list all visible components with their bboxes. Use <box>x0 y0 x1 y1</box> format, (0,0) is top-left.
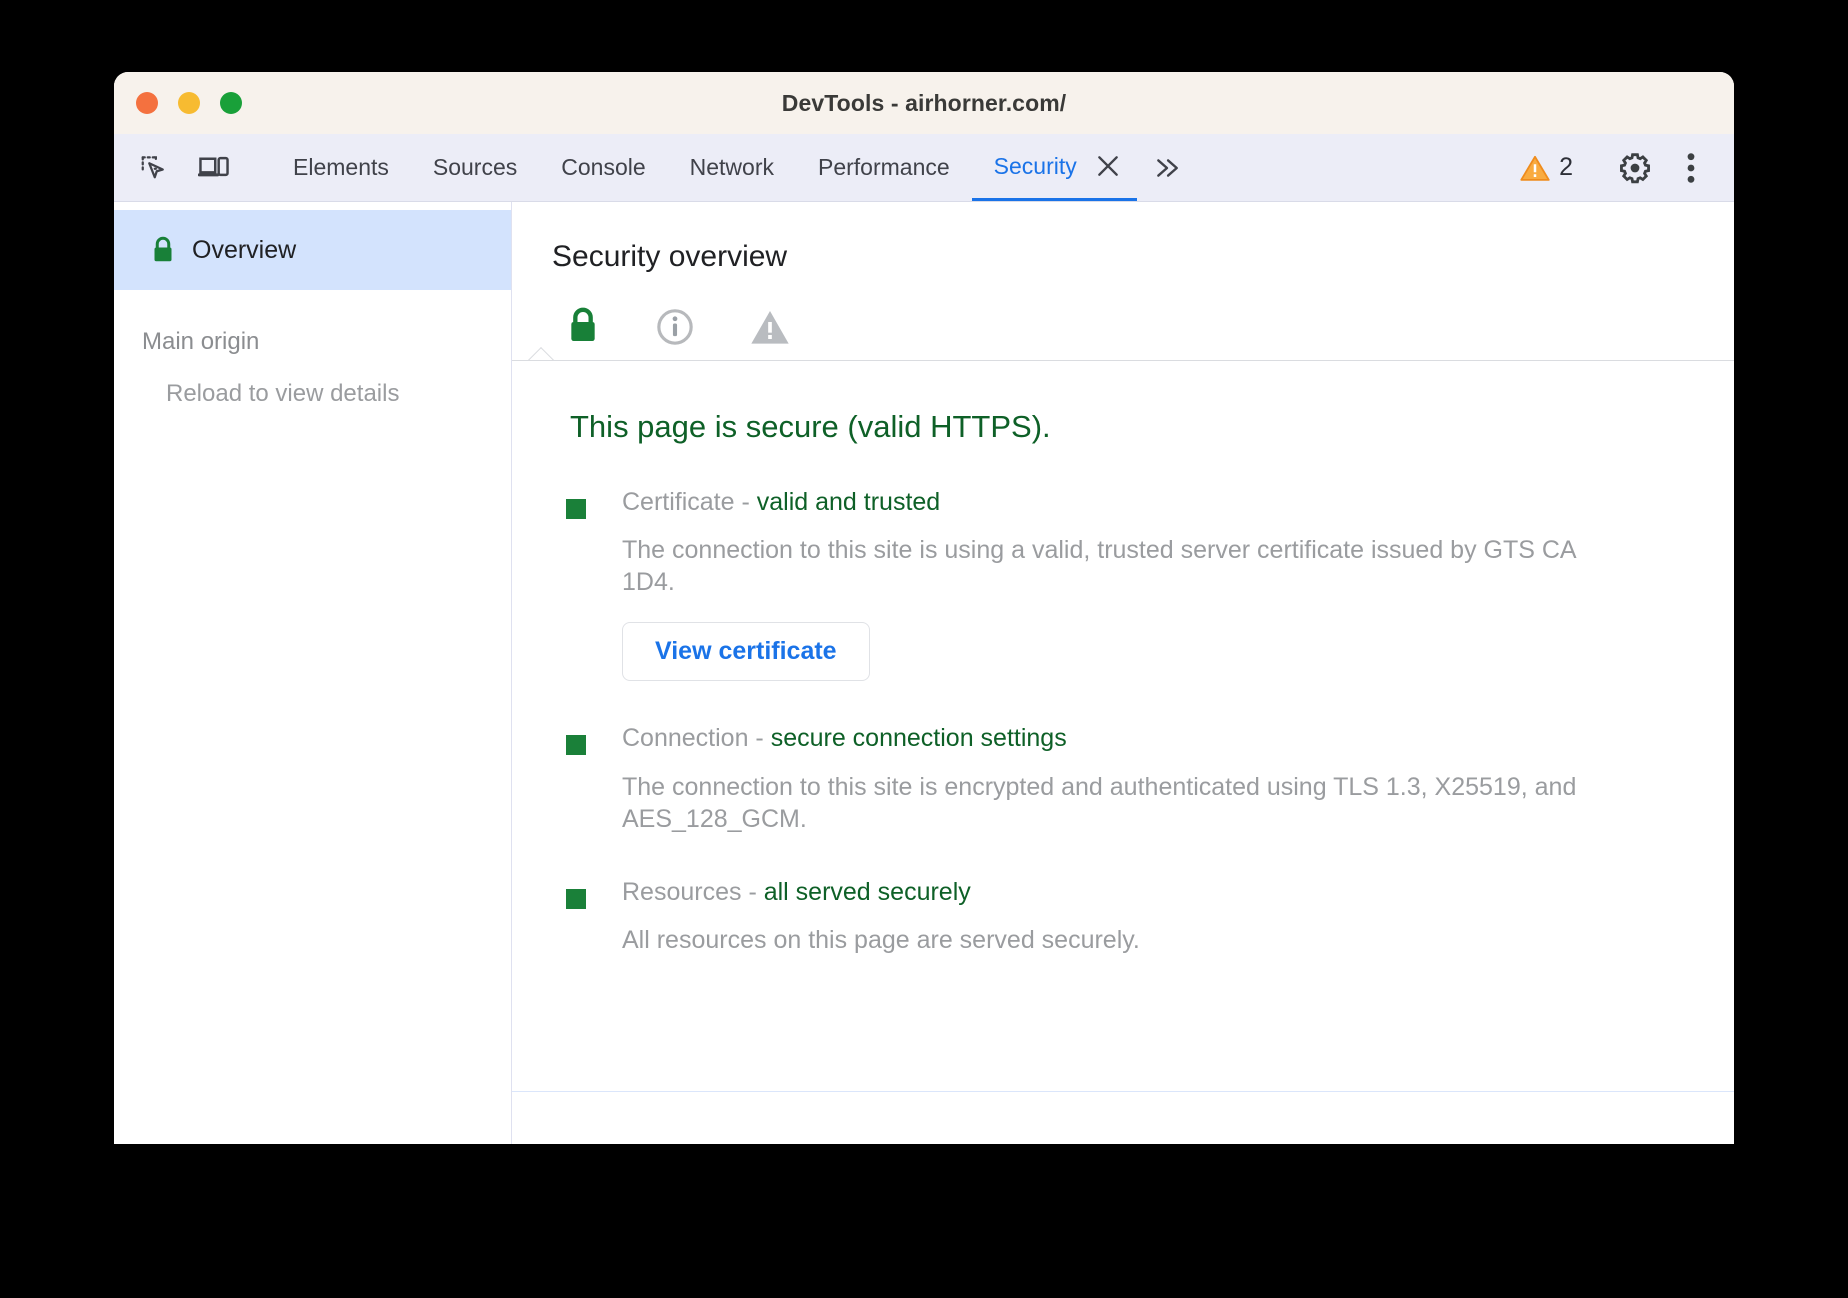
toolbar-right-icons: 2 <box>1506 134 1734 201</box>
inspect-element-icon[interactable] <box>128 142 180 194</box>
lock-icon[interactable] <box>566 306 600 346</box>
section-state: valid and trusted <box>757 488 940 516</box>
sidebar-item-overview[interactable]: Overview <box>114 210 511 290</box>
section-heading: Resources - all served securely <box>622 877 1140 908</box>
section-certificate: Certificate - valid and trusted The conn… <box>512 445 1734 681</box>
window-title: DevTools - airhorner.com/ <box>114 90 1734 117</box>
security-sidebar: Overview Main origin Reload to view deta… <box>114 202 512 1144</box>
sidebar-group-main-origin: Main origin Reload to view details <box>114 318 511 418</box>
summary-pointer-arrow <box>528 347 554 360</box>
sidebar-item-label: Overview <box>192 236 296 265</box>
chevron-double-right-icon[interactable] <box>1137 134 1197 201</box>
devtools-window: DevTools - airhorner.com/ <box>114 72 1734 1144</box>
info-icon[interactable] <box>656 308 694 346</box>
warning-triangle-icon[interactable] <box>750 308 790 346</box>
section-description: The connection to this site is encrypted… <box>622 755 1622 835</box>
section-resources: Resources - all served securely All reso… <box>512 835 1734 956</box>
section-description: All resources on this page are served se… <box>622 908 1140 956</box>
section-connection: Connection - secure connection settings … <box>512 681 1734 834</box>
status-square-icon <box>566 499 586 519</box>
section-state: secure connection settings <box>771 724 1067 752</box>
sidebar-item-reload-to-view-details[interactable]: Reload to view details <box>114 366 511 418</box>
section-label: Certificate - <box>622 488 757 516</box>
warning-count: 2 <box>1559 153 1573 182</box>
page-title: Security overview <box>512 202 1734 274</box>
toolbar-left-icons <box>114 134 271 201</box>
tab-console[interactable]: Console <box>539 134 667 201</box>
section-state: all served securely <box>764 878 971 906</box>
tab-security[interactable]: Security <box>972 134 1087 201</box>
sidebar-group-title: Main origin <box>114 318 511 366</box>
close-window-button[interactable] <box>136 92 158 114</box>
panel-bottom-divider <box>512 1091 1734 1092</box>
panel-body: Overview Main origin Reload to view deta… <box>114 202 1734 1144</box>
three-dots-vertical-icon[interactable] <box>1664 141 1718 195</box>
panel-tabs: Elements Sources Console Network Perform… <box>271 134 1506 201</box>
devtools-tab-bar: Elements Sources Console Network Perform… <box>114 134 1734 202</box>
close-icon[interactable] <box>1087 134 1137 201</box>
summary-divider <box>512 360 1734 361</box>
tab-elements[interactable]: Elements <box>271 134 411 201</box>
minimize-window-button[interactable] <box>178 92 200 114</box>
warning-badge[interactable]: 2 <box>1506 153 1587 182</box>
summary-status-icons <box>512 274 1734 346</box>
warning-triangle-icon <box>1520 154 1550 182</box>
status-square-icon <box>566 735 586 755</box>
section-label: Connection - <box>622 724 771 752</box>
gear-icon[interactable] <box>1608 141 1662 195</box>
tab-network[interactable]: Network <box>668 134 796 201</box>
status-square-icon <box>566 889 586 909</box>
device-toolbar-icon[interactable] <box>188 142 240 194</box>
title-bar: DevTools - airhorner.com/ <box>114 72 1734 134</box>
traffic-light-buttons <box>136 92 242 114</box>
security-overview-panel: Security overview <box>512 202 1734 1144</box>
section-label: Resources - <box>622 878 764 906</box>
section-description: The connection to this site is using a v… <box>622 518 1622 598</box>
security-headline: This page is secure (valid HTTPS). <box>512 361 1734 445</box>
section-heading: Connection - secure connection settings <box>622 723 1622 754</box>
tab-performance[interactable]: Performance <box>796 134 972 201</box>
view-certificate-button[interactable]: View certificate <box>622 622 870 681</box>
tab-sources[interactable]: Sources <box>411 134 539 201</box>
lock-icon <box>150 235 176 265</box>
section-heading: Certificate - valid and trusted <box>622 487 1622 518</box>
maximize-window-button[interactable] <box>220 92 242 114</box>
